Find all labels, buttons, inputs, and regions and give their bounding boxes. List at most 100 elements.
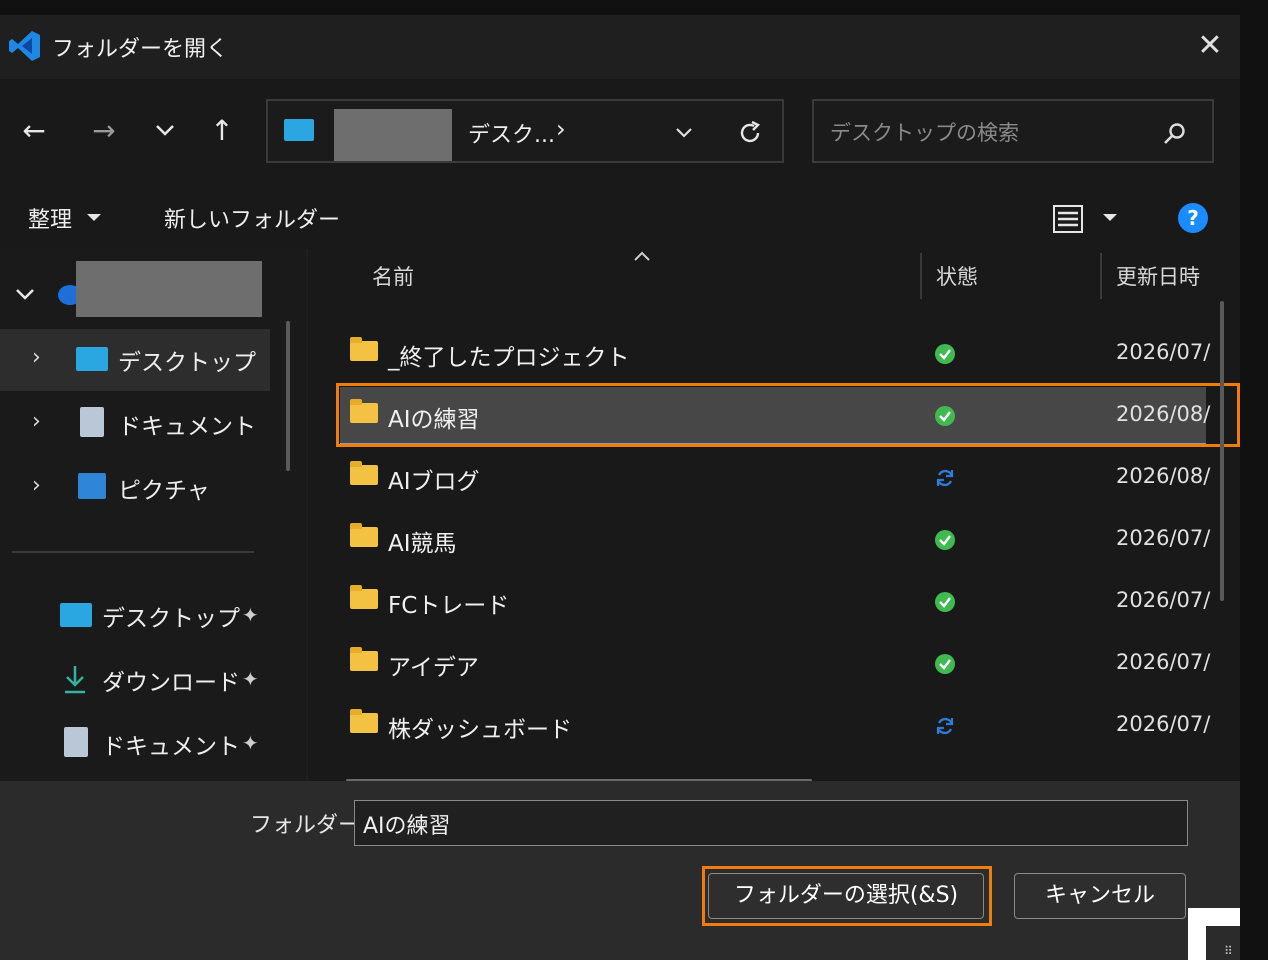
folder-icon: [350, 461, 378, 485]
folder-icon: [350, 709, 378, 733]
desktop-icon: [60, 603, 92, 627]
document-icon: [64, 727, 88, 757]
selected-row-highlight: [336, 383, 1240, 447]
navigation-pane: › デスクトップ › ドキュメント › ピクチャ デスクトップ ✦ ダウンロード…: [0, 249, 306, 781]
back-arrow-icon[interactable]: ←: [12, 109, 56, 153]
cancel-button[interactable]: キャンセル: [1014, 873, 1186, 919]
syncing-icon: [936, 717, 954, 735]
synced-check-icon: [935, 530, 955, 550]
dialog-footer: フォルダー: AIの練習 フォルダーの選択(&S) キャンセル: [0, 781, 1240, 960]
pin-icon[interactable]: ✦: [242, 731, 259, 755]
up-arrow-icon[interactable]: ↑: [200, 109, 244, 153]
crumb-separator-icon[interactable]: ›: [556, 115, 566, 143]
chevron-right-icon[interactable]: ›: [32, 345, 41, 370]
dialog-title: フォルダーを開く: [52, 37, 229, 62]
file-date: 2026/07/: [1116, 340, 1211, 364]
sidebar-item-label: デスクトップ: [102, 606, 240, 632]
sidebar-item-pictures[interactable]: › ピクチャ: [0, 457, 270, 519]
file-name: FCトレード: [388, 593, 510, 619]
vertical-scrollbar[interactable]: [1220, 301, 1224, 601]
redacted-account-name: [76, 261, 262, 317]
column-divider[interactable]: [920, 253, 922, 299]
desktop-icon: [76, 347, 108, 371]
download-icon: [65, 666, 85, 694]
recent-locations-chevron-icon[interactable]: [154, 123, 176, 137]
open-folder-dialog: フォルダーを開く ✕ ← → ↑ デスク... › デスクトップの検索 整理 新…: [0, 15, 1240, 960]
view-details-icon[interactable]: [1052, 203, 1084, 235]
file-row[interactable]: アイデア 2026/07/: [340, 635, 1210, 693]
organize-button[interactable]: 整理: [28, 202, 72, 234]
file-date: 2026/07/: [1116, 526, 1211, 550]
document-icon: [80, 407, 104, 437]
new-folder-button[interactable]: 新しいフォルダー: [164, 202, 340, 234]
forward-arrow-icon[interactable]: →: [82, 109, 126, 153]
sort-ascending-icon: [634, 251, 650, 261]
file-name: アイデア: [388, 655, 479, 681]
navigation-bar: ← → ↑ デスク... › デスクトップの検索: [0, 79, 1240, 187]
file-row[interactable]: AIブログ 2026/08/: [340, 449, 1210, 507]
pictures-icon: [78, 473, 106, 499]
sidebar-item-label: ドキュメント: [118, 414, 256, 440]
file-row[interactable]: FCトレード 2026/07/: [340, 573, 1210, 631]
desktop-icon: [284, 119, 314, 141]
column-header-status[interactable]: 状態: [936, 261, 978, 291]
select-button-highlight: [702, 866, 992, 926]
folder-name-value[interactable]: AIの練習: [363, 808, 451, 840]
view-options-dropdown-icon[interactable]: [1102, 213, 1118, 223]
command-bar: 整理 新しいフォルダー ?: [0, 187, 1240, 249]
sidebar-scrollbar[interactable]: [286, 321, 290, 471]
column-header-name[interactable]: 名前: [372, 261, 414, 291]
address-bar[interactable]: デスク... ›: [266, 99, 784, 163]
folder-icon: [350, 337, 378, 361]
resize-grip-icon[interactable]: ⠿: [1206, 926, 1240, 960]
syncing-icon: [936, 469, 954, 487]
close-icon[interactable]: ✕: [1192, 29, 1228, 65]
synced-check-icon: [935, 654, 955, 674]
file-row[interactable]: AI競馬 2026/07/: [340, 511, 1210, 569]
resize-grip-area: ⠿: [1188, 908, 1240, 960]
file-row[interactable]: 株ダッシュボード 2026/07/: [340, 697, 1210, 755]
quick-access-documents[interactable]: ドキュメント ✦: [0, 713, 270, 775]
column-header-modified[interactable]: 更新日時: [1116, 261, 1208, 291]
file-name: AI競馬: [388, 531, 457, 557]
folder-icon: [350, 523, 378, 547]
help-icon[interactable]: ?: [1176, 201, 1210, 235]
folder-name-field[interactable]: AIの練習: [354, 800, 1188, 846]
file-date: 2026/08/: [1116, 464, 1211, 488]
search-icon[interactable]: [1162, 121, 1188, 147]
quick-access-downloads[interactable]: ダウンロード ✦: [0, 649, 270, 711]
chevron-right-icon[interactable]: ›: [32, 409, 41, 434]
file-row[interactable]: _終了したプロジェクト 2026/07/: [340, 325, 1210, 383]
sidebar-item-label: ドキュメント: [102, 734, 240, 760]
file-name: _終了したプロジェクト: [388, 345, 630, 371]
sidebar-item-desktop[interactable]: › デスクトップ: [0, 329, 270, 391]
sidebar-item-documents[interactable]: › ドキュメント: [0, 393, 270, 455]
svg-text:?: ?: [1187, 206, 1199, 230]
sidebar-item-label: デスクトップ: [118, 350, 256, 376]
expand-chevron-icon[interactable]: [14, 287, 36, 301]
folder-icon: [350, 647, 378, 671]
vscode-logo-icon: [9, 31, 40, 61]
redacted-crumb: [334, 109, 452, 161]
chevron-right-icon[interactable]: ›: [32, 473, 41, 498]
synced-check-icon: [935, 344, 955, 364]
refresh-icon[interactable]: [736, 119, 764, 147]
folder-field-label: フォルダー:: [250, 813, 368, 838]
search-input[interactable]: デスクトップの検索: [830, 117, 1019, 147]
sidebar-divider: [12, 551, 254, 553]
column-divider[interactable]: [1100, 253, 1102, 299]
file-date: 2026/07/: [1116, 588, 1211, 612]
file-name: 株ダッシュボード: [388, 717, 572, 743]
sidebar-item-label: ピクチャ: [118, 478, 210, 504]
file-date: 2026/07/: [1116, 712, 1211, 736]
pin-icon[interactable]: ✦: [242, 667, 259, 691]
search-box[interactable]: デスクトップの検索: [812, 99, 1214, 163]
sidebar-item-label: ダウンロード: [102, 670, 240, 696]
pin-icon[interactable]: ✦: [242, 603, 259, 627]
file-date: 2026/07/: [1116, 650, 1211, 674]
file-list-pane: 名前 状態 更新日時 _終了したプロジェクト 2026/07/AIの練習 2026/…: [308, 249, 1240, 782]
organize-dropdown-icon[interactable]: [86, 213, 102, 223]
address-crumb-desktop[interactable]: デスク...: [468, 117, 555, 149]
quick-access-desktop[interactable]: デスクトップ ✦: [0, 585, 270, 647]
address-dropdown-chevron-icon[interactable]: [674, 127, 694, 139]
